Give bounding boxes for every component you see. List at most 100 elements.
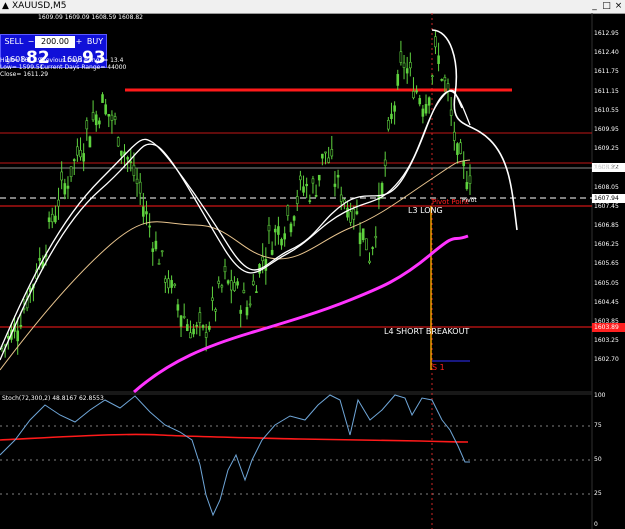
price-axis-label: 1608.65 [594,164,619,172]
price-axis-label: 1602.70 [594,356,619,364]
candle-body [239,309,243,314]
candle-body [358,232,362,245]
candle-body [311,178,315,184]
lot-increase-button[interactable]: + [75,35,83,49]
candle-body [267,224,271,232]
candle-body [396,74,400,86]
price-axis-label: 1609.95 [594,126,619,133]
price-axis-label: 1603.85 [594,318,619,325]
candle-body [431,75,434,78]
ma-fast-line-2 [0,90,471,351]
candle-body [38,257,41,261]
candle-body [443,77,447,82]
candle-body [167,278,170,289]
candle-body [54,215,57,223]
candle-body [79,149,82,158]
candle-body [126,157,129,160]
price-axis-label: 1604.45 [594,298,619,306]
candle-body [449,109,453,116]
candle-body [60,171,63,181]
candle-body [437,55,440,64]
price-axis-label: 1603.25 [594,337,619,345]
l3-label: L3 LONG [408,206,443,215]
stoch-axis-100: 100 [594,392,606,399]
candle-body [374,236,378,239]
candle-body [195,324,199,327]
candle-body [132,164,136,176]
minimize-icon[interactable]: _ [590,1,599,11]
candle-body [47,217,51,222]
candle-body [85,120,89,130]
candle-body [120,150,123,156]
chart-area[interactable]: SELL − 200.00 + BUY 1608 82 1608 93 1609… [0,13,625,529]
stoch-k-line [0,394,470,517]
lot-size-input[interactable]: 200.00 [35,36,75,48]
candle-body [330,149,334,157]
candle-body [462,160,466,167]
candle-body [468,175,472,184]
stoch-axis-75: 75 [594,422,602,429]
window-titlebar: ▲ XAUUSD,M5 _ □ × [0,0,625,14]
candle-body [142,206,145,217]
candle-body [421,108,425,117]
candle-body [69,166,73,178]
stoch-d-line [0,433,469,443]
candle-body [440,79,444,81]
candle-body [292,216,296,221]
candle-body [383,159,387,167]
candle-body [229,280,233,291]
stoch-axis-0: 0 [594,521,598,528]
pivot-label: Pivot [462,197,477,204]
candle-body [314,195,318,197]
candle-body [251,280,255,286]
close-icon[interactable]: × [614,1,623,11]
candles-group [0,30,472,358]
candle-body [352,208,356,220]
candle-body [346,207,349,218]
candle-body [236,281,239,286]
price-axis-label: 1609.25 [594,145,619,153]
candle-body [418,98,422,105]
candle-body [66,185,70,189]
candle-body [204,332,208,338]
lot-decrease-button[interactable]: − [27,35,35,49]
candle-body [302,186,305,193]
candle-body [390,113,393,120]
candle-body [452,131,456,141]
sell-button[interactable]: SELL [1,35,27,49]
candle-body [104,104,107,115]
candle-body [135,178,139,184]
candle-body [217,280,221,284]
maximize-icon[interactable]: □ [602,1,611,11]
stoch-label: Stoch(72,300,2) 48.8167 62.8553 [2,395,104,402]
candle-body [361,228,365,241]
candle-body [368,260,371,263]
price-axis-label: 1606.25 [594,241,619,249]
price-axis-label: 1605.65 [594,260,619,268]
candle-body [255,291,258,293]
price-axis-label: 1610.55 [594,106,619,114]
candle-body [138,181,142,194]
header-ohlc: 1609.09 1609.09 1608.59 1608.82 [38,14,143,21]
price-axis-label: 1606.85 [594,222,619,229]
candle-body [280,239,283,246]
candle-body [277,226,280,235]
buy-button[interactable]: BUY [83,35,107,49]
candle-body [371,247,374,249]
stoch-axis-25: 25 [594,490,602,497]
candle-body [393,105,396,112]
candle-body [148,225,151,228]
info-prev-range: Previous Days Range= 13.4 [40,57,124,64]
candle-body [295,196,299,204]
ma-fast-line-1 [0,89,463,361]
candle-body [380,183,384,195]
candle-body [88,136,92,148]
price-axis-label: 1611.15 [594,87,619,95]
candle-body [424,104,428,114]
candle-body [176,304,180,311]
candle-body [201,325,205,328]
candle-body [220,285,224,288]
candle-body [308,200,312,202]
candle-body [233,282,236,291]
candle-body [208,325,211,330]
